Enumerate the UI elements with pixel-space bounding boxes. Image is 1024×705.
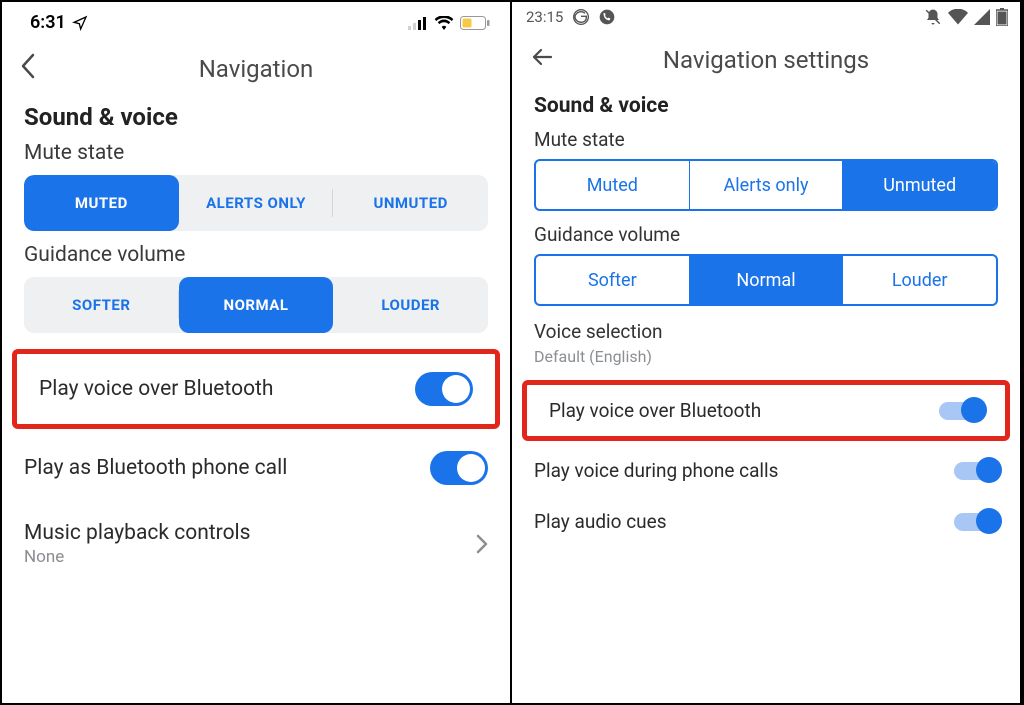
mute-option-unmuted[interactable]: Unmuted — [843, 161, 996, 209]
guidance-volume-label: Guidance volume — [24, 243, 488, 267]
mute-state-segmented: MUTED ALERTS ONLY UNMUTED — [24, 175, 488, 231]
section-header-sound-voice: Sound & voice — [24, 103, 488, 131]
row-play-voice-bluetooth[interactable]: Play voice over Bluetooth — [29, 354, 483, 424]
wifi-icon — [434, 16, 454, 30]
guidance-option-softer[interactable]: Softer — [536, 256, 690, 304]
mute-bell-icon — [924, 8, 942, 26]
mute-option-unmuted[interactable]: UNMUTED — [333, 175, 488, 231]
row-label: Play as Bluetooth phone call — [24, 456, 287, 480]
cellular-signal-icon — [408, 16, 428, 30]
guidance-option-softer[interactable]: SOFTER — [24, 277, 179, 333]
guidance-option-louder[interactable]: LOUDER — [333, 277, 488, 333]
guidance-option-normal[interactable]: NORMAL — [179, 277, 334, 333]
status-time: 23:15 — [526, 8, 563, 26]
mute-state-label: Mute state — [24, 141, 488, 165]
battery-icon — [460, 16, 490, 30]
page-title: Navigation settings — [663, 46, 869, 74]
chevron-right-icon — [476, 534, 488, 554]
row-music-playback-controls[interactable]: Music playback controls None — [2, 503, 510, 575]
android-panel: 23:15 Navigation se — [512, 2, 1022, 703]
row-label: Music playback controls — [24, 521, 251, 545]
voice-selection-label[interactable]: Voice selection — [534, 320, 998, 343]
mute-option-muted[interactable]: MUTED — [24, 175, 179, 231]
row-play-voice-bluetooth[interactable]: Play voice over Bluetooth — [539, 385, 993, 436]
guidance-option-louder[interactable]: Louder — [843, 256, 996, 304]
bluetooth-toggle[interactable] — [939, 402, 983, 420]
during-calls-toggle[interactable] — [954, 462, 998, 480]
back-button[interactable] — [530, 45, 554, 69]
row-play-audio-cues[interactable]: Play audio cues — [512, 496, 1020, 547]
row-label: Play audio cues — [534, 510, 667, 533]
guidance-volume-segmented: SOFTER NORMAL LOUDER — [24, 277, 488, 333]
ios-status-bar: 6:31 — [2, 2, 510, 39]
row-label: Play voice during phone calls — [534, 459, 778, 482]
mute-option-alerts[interactable]: Alerts only — [690, 161, 844, 209]
cellular-signal-icon — [974, 9, 990, 25]
status-time: 6:31 — [30, 12, 66, 33]
title-row: Navigation settings — [512, 30, 1020, 84]
section-header-sound-voice: Sound & voice — [534, 94, 998, 118]
mute-state-segmented: Muted Alerts only Unmuted — [534, 159, 998, 211]
google-g-icon — [573, 9, 589, 25]
guidance-option-normal[interactable]: Normal — [690, 256, 844, 304]
row-label: Play voice over Bluetooth — [39, 377, 274, 401]
title-row: Navigation — [2, 39, 510, 93]
wifi-icon — [948, 9, 968, 25]
phone-call-toggle[interactable] — [430, 451, 488, 485]
location-arrow-icon — [72, 15, 88, 31]
row-play-as-phone-call[interactable]: Play as Bluetooth phone call — [2, 433, 510, 503]
highlight-bluetooth-row: Play voice over Bluetooth — [522, 380, 1010, 441]
android-status-bar: 23:15 — [512, 2, 1020, 30]
back-button[interactable] — [20, 53, 36, 79]
battery-icon — [996, 8, 1008, 26]
mute-state-label: Mute state — [534, 128, 998, 151]
mute-option-muted[interactable]: Muted — [536, 161, 690, 209]
mute-option-alerts[interactable]: ALERTS ONLY — [179, 175, 334, 231]
ios-panel: 6:31 Navigation Sound & voice Mute state — [2, 2, 512, 703]
row-sub-value: None — [24, 547, 251, 567]
guidance-volume-label: Guidance volume — [534, 223, 998, 246]
row-label: Play voice over Bluetooth — [549, 399, 761, 422]
highlight-bluetooth-row: Play voice over Bluetooth — [12, 349, 500, 429]
audio-cues-toggle[interactable] — [954, 513, 998, 531]
guidance-volume-segmented: Softer Normal Louder — [534, 254, 998, 306]
bluetooth-toggle[interactable] — [415, 372, 473, 406]
voice-selection-value: Default (English) — [534, 347, 998, 366]
row-play-voice-during-calls[interactable]: Play voice during phone calls — [512, 445, 1020, 496]
phone-icon — [599, 9, 615, 25]
page-title: Navigation — [199, 55, 314, 83]
